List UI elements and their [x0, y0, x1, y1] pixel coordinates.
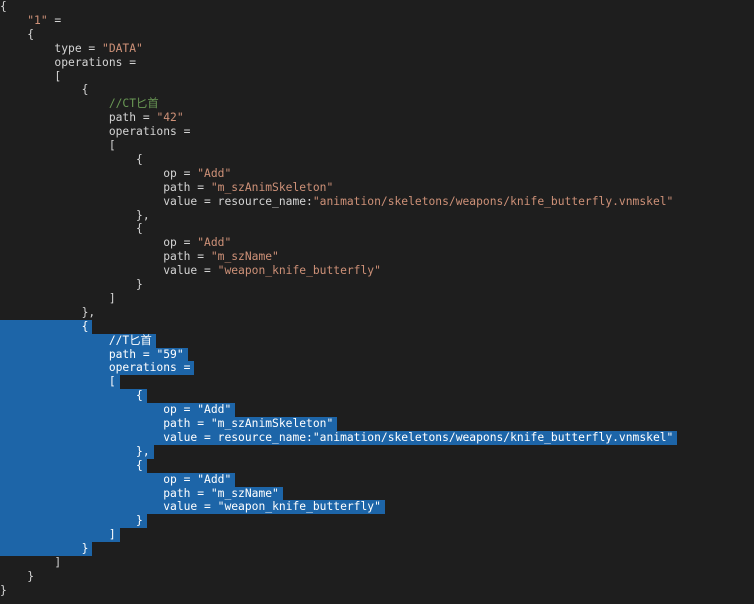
code-line: value = "weapon_knife_butterfly": [0, 500, 385, 515]
code-line: ]: [0, 528, 120, 543]
code-line-text: {: [0, 222, 143, 236]
code-line-text: [: [0, 139, 116, 152]
code-line: {: [0, 389, 147, 404]
code-line-text: {: [0, 389, 143, 403]
code-line-text: path = "59": [0, 347, 184, 361]
code-line: "1" =: [0, 14, 61, 28]
code-line: [: [0, 375, 120, 390]
code-line-text: {: [0, 83, 89, 97]
code-line: path = "59": [0, 347, 188, 362]
code-line: //CT匕首: [0, 97, 159, 111]
code-line-text: {: [0, 458, 143, 472]
code-line: path = "m_szName": [0, 250, 279, 264]
code-line-text: ]: [0, 556, 62, 569]
code-line-text: }: [0, 278, 143, 291]
code-line: }: [0, 584, 7, 598]
code-line-text: operations =: [0, 125, 191, 139]
code-line-text: {: [0, 152, 143, 166]
code-line: op = "Add": [0, 236, 231, 250]
code-line: op = "Add": [0, 403, 236, 418]
code-line-text: operations =: [0, 55, 137, 69]
code-line-text: operations =: [0, 361, 191, 375]
code-line: //T匕首: [0, 333, 156, 348]
code-line-text: value = "weapon_knife_butterfly": [0, 500, 381, 514]
code-editor[interactable]: { "1" = { type = "DATA" operations = [ {…: [0, 0, 754, 604]
code-line-text: },: [0, 444, 150, 458]
code-line: value = resource_name:"animation/skeleto…: [0, 195, 673, 209]
code-line-text: path = "m_szName": [0, 250, 279, 264]
code-line-text: ]: [0, 291, 116, 305]
code-line: }: [0, 278, 143, 292]
code-line-text: value = resource_name:"animation/skeleto…: [0, 430, 674, 444]
code-line-text: op = "Add": [0, 472, 232, 486]
code-line: op = "Add": [0, 472, 236, 487]
code-line: },: [0, 305, 96, 320]
code-line: operations =: [0, 125, 191, 139]
code-line-text: //T匕首: [108, 333, 152, 347]
code-line: {: [0, 0, 7, 14]
code-line: value = resource_name:"animation/skeleto…: [0, 430, 678, 445]
code-line: operations =: [0, 361, 195, 376]
code-line-text: path = "m_szName": [0, 486, 279, 500]
code-line-text: [: [0, 375, 116, 389]
code-line-text: "1" =: [27, 13, 62, 27]
code-line: },: [0, 444, 154, 459]
code-line: {: [0, 458, 147, 473]
code-line-text: type = "DATA": [0, 41, 143, 55]
code-line-text: },: [0, 305, 96, 319]
code-line-text: }: [0, 569, 35, 583]
code-line: {: [0, 83, 89, 97]
code-line-text: op = "Add": [0, 166, 232, 180]
code-line: {: [0, 319, 93, 334]
code-line-text: [: [0, 69, 62, 83]
code-line-text: value = resource_name:"animation/skeleto…: [0, 194, 674, 208]
code-line: value = "weapon_knife_butterfly": [0, 264, 381, 278]
code-line: ]: [0, 292, 116, 306]
code-line-text: op = "Add": [0, 236, 232, 250]
code-line-text: path = "m_szAnimSkeleton": [0, 180, 334, 194]
code-line-text: }: [0, 583, 7, 597]
code-line-text: op = "Add": [0, 403, 232, 417]
code-line-text: value = "weapon_knife_butterfly": [0, 264, 381, 278]
code-line: path = "m_szName": [0, 486, 283, 501]
code-line-text: }: [0, 542, 89, 556]
code-line: [: [0, 139, 116, 153]
code-line: }: [0, 514, 147, 529]
code-line: ]: [0, 556, 61, 570]
code-line: path = "42": [0, 111, 184, 125]
code-line: op = "Add": [0, 167, 231, 181]
code-line: type = "DATA": [0, 41, 143, 56]
code-line-text: }: [0, 514, 143, 528]
code-line-text: path = "42": [0, 111, 184, 125]
code-line: {: [0, 222, 143, 236]
code-line: },: [0, 209, 150, 223]
code-line: }: [0, 570, 34, 584]
code-line-text: path = "m_szAnimSkeleton": [0, 417, 334, 430]
code-line: {: [0, 153, 143, 167]
code-line-text: {: [0, 319, 89, 333]
code-line: }: [0, 542, 93, 557]
code-line: [: [0, 70, 61, 84]
code-line-text: },: [0, 208, 150, 222]
code-line-text: {: [0, 27, 35, 41]
code-line-text: ]: [0, 528, 116, 542]
code-line-text: //CT匕首: [108, 97, 159, 111]
code-line: path = "m_szAnimSkeleton": [0, 417, 338, 431]
code-line-text: {: [0, 0, 7, 13]
code-line: operations =: [0, 56, 136, 70]
code-line: {: [0, 28, 34, 42]
code-line: path = "m_szAnimSkeleton": [0, 181, 333, 195]
